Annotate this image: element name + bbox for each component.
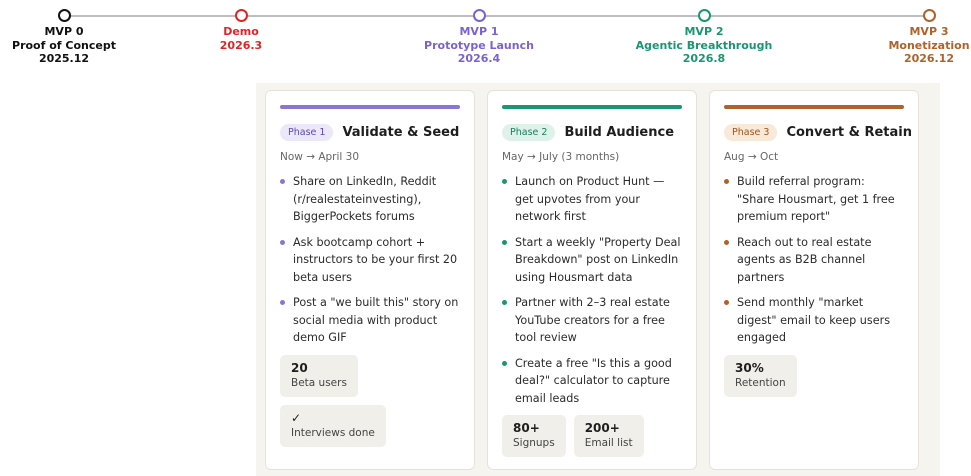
milestone-title: MVP 0 [44,25,84,38]
stat-value: 80+ [513,421,540,435]
list-item: Build referral program: "Share Housmart,… [724,173,904,226]
milestone-dot [697,9,711,22]
milestone-mvp-1: MVP 1 Prototype Launch 2026.4 [404,9,554,66]
list-item: Post a "we built this" story on social m… [280,294,460,347]
milestone-date: 2026.3 [219,38,263,52]
phase-title: Build Audience [564,124,675,140]
milestone-dot [922,9,936,22]
list-item: Launch on Product Hunt — get upvotes fro… [502,173,682,226]
phase-card-3: Phase 3 Convert & Retain Aug → Oct Build… [709,90,919,470]
bullet-dot-icon [724,239,729,245]
bullet-dot-icon [502,360,507,366]
milestone-name: Prototype Launch [424,38,534,52]
phase-stats: 80+ Signups 200+ Email list [502,415,682,457]
bullet-dot-icon [724,179,729,184]
phase-period: Now → April 30 [280,151,360,163]
milestone-date: 2026.4 [457,52,501,65]
bullet-dot-icon [280,300,285,305]
stat-caption: Retention [735,376,786,389]
milestone-title: MVP 2 [684,25,724,38]
phase-period: Aug → Oct [724,151,779,163]
milestone-title: Demo [223,25,259,38]
milestone-timeline: MVP 0 Proof of Concept 2025.12 Demo 2026… [0,0,971,80]
phase-period: May → July (3 months) [502,151,620,163]
milestone-demo: Demo 2026.3 [166,9,316,52]
milestone-dot [57,9,71,22]
milestone-date: 2025.12 [38,52,90,65]
milestone-mvp-2: MVP 2 Agentic Breakthrough 2026.8 [629,9,779,66]
phase-badge: Phase 3 [724,123,778,141]
stat-value: 30% [735,360,764,375]
milestone-dot [472,9,486,22]
stat-value: 200+ [584,421,620,435]
phase-stats: 20 Beta users ✓ Interviews done [280,354,460,447]
milestone-dot [234,9,248,22]
phase-title: Convert & Retain [786,124,912,140]
bullet-dot-icon [724,300,729,305]
list-item: Start a weekly "Property Deal Breakdown"… [502,234,682,287]
stat-beta-users: 20 Beta users [280,354,358,397]
stat-signups: 80+ Signups [502,415,566,457]
list-item: Share on LinkedIn, Reddit (r/realestatei… [280,173,460,226]
milestone-title: MVP 3 [909,25,949,38]
milestone-name: Proof of Concept [12,38,116,52]
milestone-mvp-3: MVP 3 Monetization 2026.12 [854,9,971,66]
milestone-date: 2026.12 [903,52,955,65]
bullet-dot-icon [502,239,507,245]
phase-badge: Phase 1 [280,123,334,141]
phase-card-1: Phase 1 Validate & Seed Now → April 30 S… [265,90,475,470]
stat-caption: Signups [513,437,555,449]
stat-interviews: ✓ Interviews done [280,404,386,447]
stat-retention: 30% Retention [724,354,797,397]
phase-accent-bar [280,105,460,109]
phase-action-list: Launch on Product Hunt — get upvotes fro… [502,173,682,407]
phase-accent-bar [724,105,904,109]
bullet-dot-icon [502,179,507,184]
stat-caption: Email list [584,437,633,449]
milestone-mvp-0: MVP 0 Proof of Concept 2025.12 [0,9,139,66]
bullet-dot-icon [502,300,507,305]
phase-accent-bar [502,105,682,109]
checkmark-icon: ✓ [291,410,302,425]
phase-stats: 30% Retention [724,354,904,397]
list-item: Ask bootcamp cohort + instructors to be … [280,234,460,287]
phase-action-list: Build referral program: "Share Housmart,… [724,173,904,347]
milestone-title: MVP 1 [459,25,499,38]
milestone-name: Agentic Breakthrough [635,38,773,52]
list-item: Send monthly "market digest" email to ke… [724,294,904,347]
stat-email-list: 200+ Email list [573,415,644,457]
stat-caption: Beta users [291,376,347,389]
phase-action-list: Share on LinkedIn, Reddit (r/realestatei… [280,173,460,347]
list-item: Create a free "Is this a good deal?" cal… [502,355,682,408]
phase-card-2: Phase 2 Build Audience May → July (3 mon… [487,90,697,470]
bullet-dot-icon [280,179,285,184]
list-item: Partner with 2–3 real estate YouTube cre… [502,294,682,347]
phase-title: Validate & Seed [342,124,460,140]
phase-badge: Phase 2 [502,123,556,141]
milestone-date: 2026.8 [682,52,726,65]
stat-caption: Interviews done [291,426,375,439]
bullet-dot-icon [280,239,285,245]
list-item: Reach out to real estate agents as B2B c… [724,234,904,287]
milestone-name: Monetization [888,38,970,52]
stat-value: 20 [291,360,308,375]
